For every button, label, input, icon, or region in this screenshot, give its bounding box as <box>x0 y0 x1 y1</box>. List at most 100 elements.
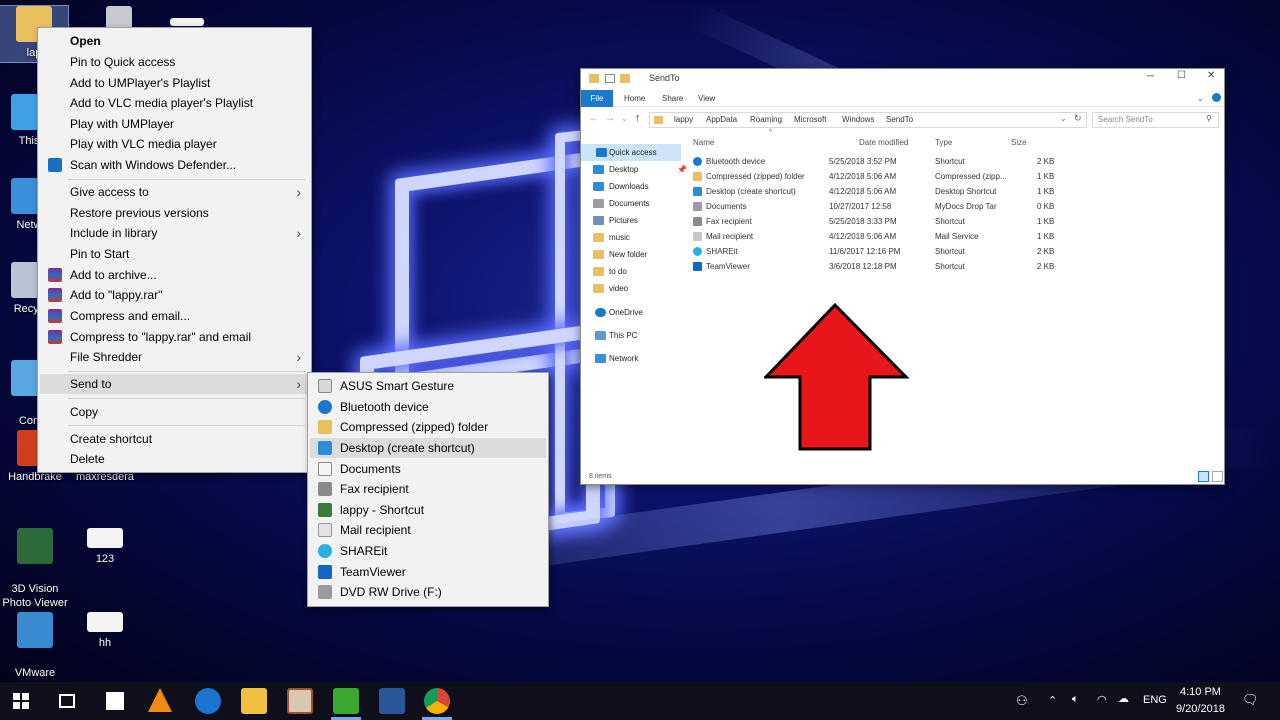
breadcrumb-appdata[interactable]: AppData <box>706 115 737 124</box>
file-row[interactable]: Desktop (create shortcut) 4/12/2018 5:06 … <box>689 184 1055 199</box>
nav-desktop[interactable]: Desktop 📌 <box>591 161 687 178</box>
breadcrumb-sendto[interactable]: SendTo <box>886 115 913 124</box>
column-type[interactable]: Type <box>935 138 952 147</box>
send-to-zip-folder[interactable]: Compressed (zipped) folder <box>310 417 546 437</box>
breadcrumb-windows[interactable]: Windows <box>842 115 874 124</box>
menu-item-send-to[interactable]: Send to › <box>40 374 309 394</box>
send-to-fax[interactable]: Fax recipient <box>310 479 546 499</box>
camtasia-icon[interactable] <box>333 688 359 714</box>
menu-item-add-vlc-playlist[interactable]: Add to VLC media player's Playlist <box>40 93 309 113</box>
file-row[interactable]: SHAREit 11/6/2017 12:16 PM Shortcut 2 KB <box>689 244 1055 259</box>
file-row[interactable]: Documents 10/27/2017 12:58 MyDocs Drop Tar… <box>689 199 1055 214</box>
nav-pictures[interactable]: Pictures <box>591 212 671 229</box>
menu-item-file-shredder[interactable]: File Shredder › <box>40 347 309 367</box>
vlc-icon[interactable] <box>148 688 172 712</box>
tab-share[interactable]: Share <box>662 94 683 103</box>
send-to-lappy-shortcut[interactable]: lappy - Shortcut <box>310 500 546 520</box>
word-icon[interactable] <box>379 688 405 714</box>
nav-to-do[interactable]: to do <box>591 263 671 280</box>
recent-dropdown-icon[interactable]: ⌄ <box>621 114 628 123</box>
menu-item-play-umplayer[interactable]: Play with UMPlayer <box>40 114 309 134</box>
nav-documents[interactable]: Documents <box>591 195 671 212</box>
menu-item-play-vlc[interactable]: Play with VLC media player <box>40 134 309 154</box>
tab-home[interactable]: Home <box>624 94 645 103</box>
task-view-icon[interactable] <box>59 694 75 708</box>
file-row[interactable]: Mail recipient 4/12/2018 5:06 AM Mail Serv… <box>689 229 1055 244</box>
nav-network[interactable]: Network <box>581 350 661 367</box>
file-row[interactable]: Fax recipient 5/25/2018 3:33 PM Shortcut 1 … <box>689 214 1055 229</box>
paint-icon[interactable] <box>287 688 313 714</box>
tab-view[interactable]: View <box>698 94 715 103</box>
up-icon[interactable]: ↑ <box>635 112 641 124</box>
send-to-asus-smart-gesture[interactable]: ASUS Smart Gesture <box>310 376 546 396</box>
back-icon[interactable]: ← <box>589 113 599 124</box>
send-to-dvd-drive[interactable]: DVD RW Drive (F:) <box>310 582 546 602</box>
breadcrumb-roaming[interactable]: Roaming <box>750 115 782 124</box>
large-icons-view-icon[interactable] <box>1212 471 1223 482</box>
send-to-shareit[interactable]: SHAREit <box>310 541 546 561</box>
address-dropdown-icon[interactable]: ⌄ <box>1060 114 1067 123</box>
menu-item-give-access[interactable]: Give access to › <box>40 182 309 202</box>
refresh-icon[interactable]: ↻ <box>1074 113 1082 124</box>
file-explorer-icon[interactable] <box>241 688 267 714</box>
edge-icon[interactable] <box>195 688 221 714</box>
nav-music[interactable]: music <box>591 229 671 246</box>
menu-item-delete[interactable]: Delete <box>40 449 309 469</box>
menu-item-scan-defender[interactable]: Scan with Windows Defender... <box>40 155 309 175</box>
expand-ribbon-icon[interactable]: ⌄ <box>1197 94 1204 103</box>
desktop-icon-vmware[interactable]: VMware Workstati... <box>0 598 72 682</box>
breadcrumb-microsoft[interactable]: Microsoft <box>794 115 826 124</box>
send-to-desktop[interactable]: Desktop (create shortcut) <box>310 438 546 458</box>
nav-this-pc[interactable]: This PC <box>581 327 661 344</box>
volume-icon[interactable]: 🔈︎ <box>1072 693 1079 706</box>
column-name[interactable]: Name <box>693 138 714 147</box>
minimize-button[interactable]: ─ <box>1147 71 1154 82</box>
column-size[interactable]: Size <box>1011 138 1027 147</box>
menu-item-compress-lappy-email[interactable]: Compress to "lappy.rar" and email <box>40 327 309 347</box>
send-to-bluetooth[interactable]: Bluetooth device <box>310 397 546 417</box>
search-box[interactable]: Search SendTo ⚲ <box>1092 112 1219 128</box>
nav-downloads[interactable]: Downloads <box>591 178 671 195</box>
menu-item-add-lappy-rar[interactable]: Add to "lappy.rar" <box>40 285 309 305</box>
show-hidden-icons-icon[interactable]: ⌃ <box>1048 694 1057 707</box>
menu-item-create-shortcut[interactable]: Create shortcut <box>40 429 309 449</box>
language-indicator[interactable]: ENG <box>1143 694 1167 706</box>
chrome-icon[interactable] <box>424 688 450 714</box>
menu-item-copy[interactable]: Copy <box>40 402 309 422</box>
help-icon[interactable] <box>1212 93 1221 102</box>
file-row[interactable]: Compressed (zipped) folder 4/12/2018 5:06… <box>689 169 1055 184</box>
clock-time[interactable]: 4:10 PM <box>1180 686 1221 698</box>
send-to-documents[interactable]: Documents <box>310 459 546 479</box>
menu-item-restore-versions[interactable]: Restore previous versions <box>40 203 309 223</box>
menu-item-pin-quick-access[interactable]: Pin to Quick access <box>40 52 309 72</box>
send-to-mail[interactable]: Mail recipient <box>310 520 546 540</box>
forward-icon[interactable]: → <box>605 113 615 124</box>
clock-date[interactable]: 9/20/2018 <box>1176 703 1225 715</box>
onedrive-icon[interactable]: ☁ <box>1118 692 1129 705</box>
search-input[interactable]: Search SendTo <box>1098 115 1153 124</box>
details-view-icon[interactable] <box>1198 471 1209 482</box>
file-row[interactable]: Bluetooth device 5/25/2018 3:52 PM Shortcu… <box>689 154 1055 169</box>
menu-item-compress-email[interactable]: Compress and email... <box>40 306 309 326</box>
new-folder-icon[interactable] <box>620 74 630 83</box>
nav-onedrive[interactable]: OneDrive <box>581 304 661 321</box>
nav-video[interactable]: video <box>591 280 671 297</box>
action-center-icon[interactable]: 🗨︎ <box>1242 692 1259 708</box>
desktop-icon-123[interactable]: 123 <box>68 528 142 566</box>
nav-new-folder[interactable]: New folder <box>591 246 671 263</box>
nav-quick-access[interactable]: Quick access <box>581 144 681 161</box>
people-icon[interactable]: ⚇ <box>1016 693 1028 709</box>
wifi-icon[interactable]: ◠ <box>1097 693 1107 706</box>
menu-item-add-archive[interactable]: Add to archive... <box>40 265 309 285</box>
send-to-teamviewer[interactable]: TeamViewer <box>310 562 546 582</box>
title-bar[interactable]: SendTo ─ ☐ ✕ <box>581 69 1224 89</box>
windows-start-icon[interactable] <box>13 693 29 709</box>
tab-file[interactable]: File <box>581 90 613 107</box>
maximize-button[interactable]: ☐ <box>1177 70 1186 81</box>
menu-item-pin-start[interactable]: Pin to Start <box>40 244 309 264</box>
column-date[interactable]: Date modified <box>859 138 908 147</box>
properties-icon[interactable] <box>605 74 615 83</box>
file-row[interactable]: TeamViewer 3/6/2018 12:18 PM Shortcut 2 KB <box>689 259 1055 274</box>
store-icon[interactable] <box>102 688 128 714</box>
breadcrumb-lappy[interactable]: lappy <box>674 115 693 124</box>
